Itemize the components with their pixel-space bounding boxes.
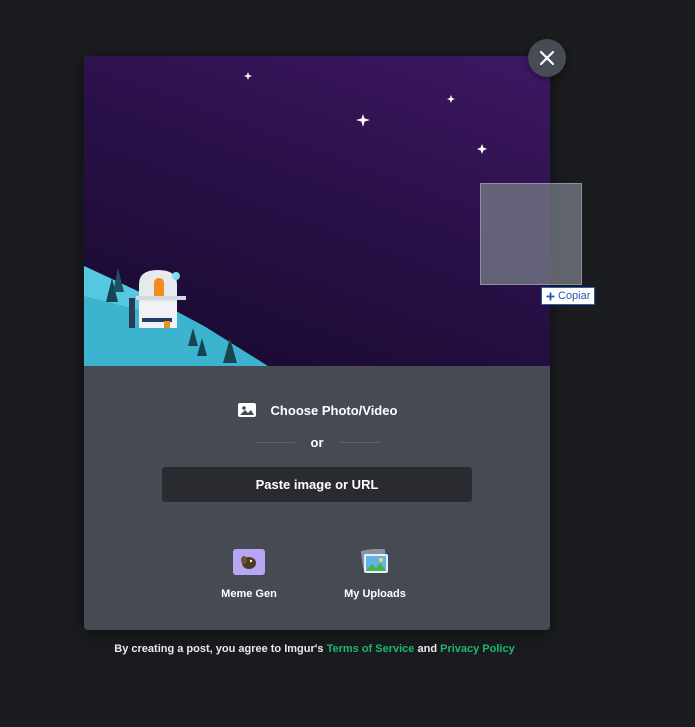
divider-line <box>339 442 380 443</box>
terms-footer: By creating a post, you agree to Imgur's… <box>0 643 629 655</box>
choose-photo-video-label: Choose Photo/Video <box>270 402 398 418</box>
copy-tooltip-label: Copiar <box>558 290 591 302</box>
close-button[interactable] <box>528 39 566 77</box>
terms-of-service-link[interactable]: Terms of Service <box>327 643 415 655</box>
close-icon <box>540 51 554 65</box>
footer-prefix: By creating a post, you agree to Imgur's <box>114 643 324 655</box>
meme-gen-icon <box>233 549 265 575</box>
meme-gen-button[interactable]: Meme Gen <box>199 549 299 600</box>
my-uploads-icon <box>360 547 388 573</box>
or-divider: or <box>84 435 550 450</box>
my-uploads-button[interactable]: My Uploads <box>325 547 425 600</box>
or-label: or <box>310 435 324 450</box>
upload-modal: Choose Photo/Video or Paste image or URL… <box>84 56 550 630</box>
choose-photo-video-button[interactable]: Choose Photo/Video <box>84 399 550 421</box>
privacy-policy-link[interactable]: Privacy Policy <box>440 643 515 655</box>
star-icon <box>477 144 487 154</box>
copy-tooltip: Copiar <box>541 287 596 305</box>
drag-preview <box>480 183 582 285</box>
plus-icon <box>546 292 555 300</box>
divider-line <box>254 442 295 443</box>
star-icon <box>356 114 370 127</box>
footer-and: and <box>417 643 438 655</box>
my-uploads-label: My Uploads <box>344 588 406 600</box>
paste-image-or-url-button[interactable]: Paste image or URL <box>162 467 472 502</box>
star-icon <box>447 95 455 103</box>
star-icon <box>244 72 252 80</box>
image-icon <box>237 403 256 417</box>
meme-gen-label: Meme Gen <box>221 588 277 600</box>
